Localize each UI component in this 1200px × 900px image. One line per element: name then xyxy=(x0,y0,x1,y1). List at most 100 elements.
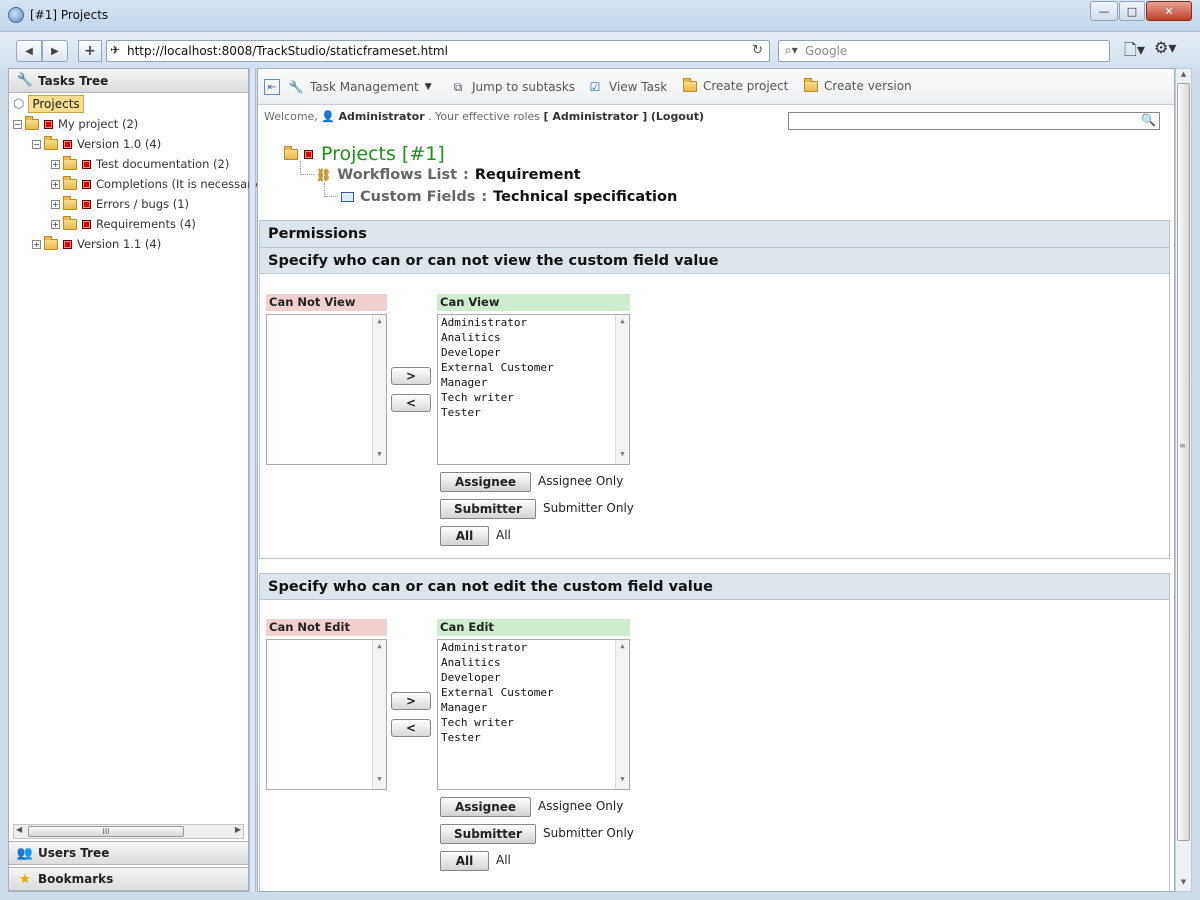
collapse-panel-button[interactable]: ⇤ xyxy=(264,79,280,95)
welcome-user[interactable]: Administrator xyxy=(339,110,425,123)
scroll-up-icon[interactable]: ▲ xyxy=(373,642,386,654)
collapse-icon[interactable]: − xyxy=(32,139,41,149)
task-search-input[interactable]: 🔍 xyxy=(788,112,1160,130)
scroll-up-icon[interactable]: ▲ xyxy=(373,317,386,329)
list-item[interactable]: Analitics xyxy=(438,330,629,345)
submitter-button[interactable]: Submitter xyxy=(440,499,536,519)
assignee-button[interactable]: Assignee xyxy=(440,472,531,492)
scroll-down-icon[interactable]: ▼ xyxy=(616,775,629,787)
list-item[interactable]: External Customer xyxy=(438,685,629,700)
permissions-section: Permissions xyxy=(259,220,1170,249)
assignee-button[interactable]: Assignee xyxy=(440,797,531,817)
can-view-list[interactable]: Administrator Analitics Developer Extern… xyxy=(437,314,630,465)
move-left-button[interactable]: < xyxy=(391,719,431,737)
view-task-label: View Task xyxy=(609,80,668,94)
collapse-icon[interactable]: − xyxy=(13,119,22,129)
scroll-down-icon[interactable]: ▼ xyxy=(373,450,386,462)
users-tree-header[interactable]: 👥 Users Tree xyxy=(9,841,248,865)
move-left-button[interactable]: < xyxy=(391,394,431,412)
list-item[interactable]: Developer xyxy=(438,345,629,360)
address-bar[interactable]: ✈ http://localhost:8008/TrackStudio/stat… xyxy=(106,40,770,62)
can-not-edit-list[interactable]: ▲ ▼ xyxy=(266,639,387,790)
reload-icon[interactable]: ↻ xyxy=(752,43,763,58)
back-button[interactable]: ◀ xyxy=(16,40,42,62)
custom-fields-link[interactable]: Custom Fields xyxy=(360,189,475,205)
tasks-tree-header[interactable]: 🔧 Tasks Tree xyxy=(9,69,248,93)
forward-button[interactable]: ▶ xyxy=(42,40,68,62)
expand-icon[interactable]: + xyxy=(51,179,60,189)
page-menu-icon[interactable]: 🗋▾ xyxy=(1124,39,1145,66)
scroll-down-icon[interactable]: ▼ xyxy=(616,450,629,462)
list-item[interactable]: Tech writer xyxy=(438,715,629,730)
workflows-list-link[interactable]: Workflows List xyxy=(337,167,457,183)
list-scrollbar[interactable]: ▲ ▼ xyxy=(372,640,386,789)
workflow-icon: ⛓ xyxy=(316,168,332,182)
tree-item[interactable]: + Test documentation (2) xyxy=(51,155,229,173)
folder-icon xyxy=(63,175,77,190)
list-item[interactable]: Manager xyxy=(438,375,629,390)
list-item[interactable]: Analitics xyxy=(438,655,629,670)
page-vertical-scrollbar[interactable]: ▲ ≡ ▼ xyxy=(1175,68,1192,892)
browser-search-input[interactable]: ⌕▾ Google xyxy=(778,40,1110,62)
list-item[interactable]: Tech writer xyxy=(438,390,629,405)
list-scrollbar[interactable]: ▲ ▼ xyxy=(615,315,629,464)
list-item[interactable]: Administrator xyxy=(438,315,629,330)
all-button[interactable]: All xyxy=(440,526,489,546)
list-item[interactable]: Tester xyxy=(438,730,629,745)
scroll-thumb[interactable] xyxy=(1177,83,1190,841)
scroll-left-icon[interactable]: ◀ xyxy=(16,825,22,834)
bookmarks-header[interactable]: ★ Bookmarks xyxy=(9,867,248,891)
move-right-button[interactable]: > xyxy=(391,367,431,385)
logout-link[interactable]: (Logout) xyxy=(651,110,704,123)
workflow-name: Requirement xyxy=(474,167,581,183)
expand-icon[interactable]: + xyxy=(51,219,60,229)
tree-horizontal-scrollbar[interactable]: ◀ III ▶ xyxy=(13,824,244,839)
star-icon: ★ xyxy=(19,871,31,887)
list-item[interactable]: Manager xyxy=(438,700,629,715)
expand-icon[interactable]: + xyxy=(32,239,41,249)
submitter-button[interactable]: Submitter xyxy=(440,824,536,844)
tree-item[interactable]: + Requirements (4) xyxy=(51,215,196,233)
create-project-button[interactable]: Create project xyxy=(683,77,788,93)
tree-item-label: Requirements (4) xyxy=(96,217,196,231)
tree-item[interactable]: + Errors / bugs (1) xyxy=(51,195,189,213)
close-button[interactable]: ✕ xyxy=(1146,1,1192,21)
projects-tab[interactable]: ⬡ Projects xyxy=(11,94,88,114)
tree-connector xyxy=(300,161,314,175)
scroll-down-icon[interactable]: ▼ xyxy=(1176,878,1191,890)
minimize-button[interactable]: — xyxy=(1090,1,1118,21)
expand-icon[interactable]: + xyxy=(51,159,60,169)
task-management-menu[interactable]: 🔧 Task Management ▼ xyxy=(288,79,432,95)
tree-item[interactable]: − My project (2) xyxy=(13,115,138,133)
list-scrollbar[interactable]: ▲ ▼ xyxy=(372,315,386,464)
scroll-right-icon[interactable]: ▶ xyxy=(235,825,241,834)
scroll-thumb[interactable]: III xyxy=(28,826,184,837)
list-item[interactable]: Developer xyxy=(438,670,629,685)
tree-item[interactable]: − Version 1.0 (4) xyxy=(32,135,161,153)
list-item[interactable]: External Customer xyxy=(438,360,629,375)
list-item[interactable]: Administrator xyxy=(438,640,629,655)
expand-icon[interactable]: + xyxy=(51,199,60,209)
create-version-button[interactable]: Create version xyxy=(804,77,912,93)
new-tab-button[interactable]: + xyxy=(78,40,102,62)
scroll-down-icon[interactable]: ▼ xyxy=(373,775,386,787)
panel-splitter[interactable] xyxy=(249,68,256,892)
can-edit-list[interactable]: Administrator Analitics Developer Extern… xyxy=(437,639,630,790)
scroll-up-icon[interactable]: ▲ xyxy=(1176,70,1191,82)
view-task-button[interactable]: ☑ View Task xyxy=(587,79,668,95)
all-button[interactable]: All xyxy=(440,851,489,871)
gear-icon[interactable]: ⚙▾ xyxy=(1154,38,1176,57)
jump-to-subtasks-button[interactable]: ⧉ Jump to subtasks xyxy=(450,79,575,95)
scroll-up-icon[interactable]: ▲ xyxy=(616,642,629,654)
tree-item[interactable]: + Completions (It is necessary to xyxy=(51,175,274,193)
page-title-text[interactable]: Projects xyxy=(321,143,396,165)
list-item[interactable]: Tester xyxy=(438,405,629,420)
move-right-button[interactable]: > xyxy=(391,692,431,710)
window-titlebar: [#1] Projects — □ ✕ xyxy=(0,0,1200,32)
tree-item[interactable]: + Version 1.1 (4) xyxy=(32,235,161,253)
scroll-up-icon[interactable]: ▲ xyxy=(616,317,629,329)
can-not-view-list[interactable]: ▲ ▼ xyxy=(266,314,387,465)
magnifier-icon[interactable]: 🔍 xyxy=(1141,113,1156,127)
maximize-button[interactable]: □ xyxy=(1119,1,1145,21)
list-scrollbar[interactable]: ▲ ▼ xyxy=(615,640,629,789)
